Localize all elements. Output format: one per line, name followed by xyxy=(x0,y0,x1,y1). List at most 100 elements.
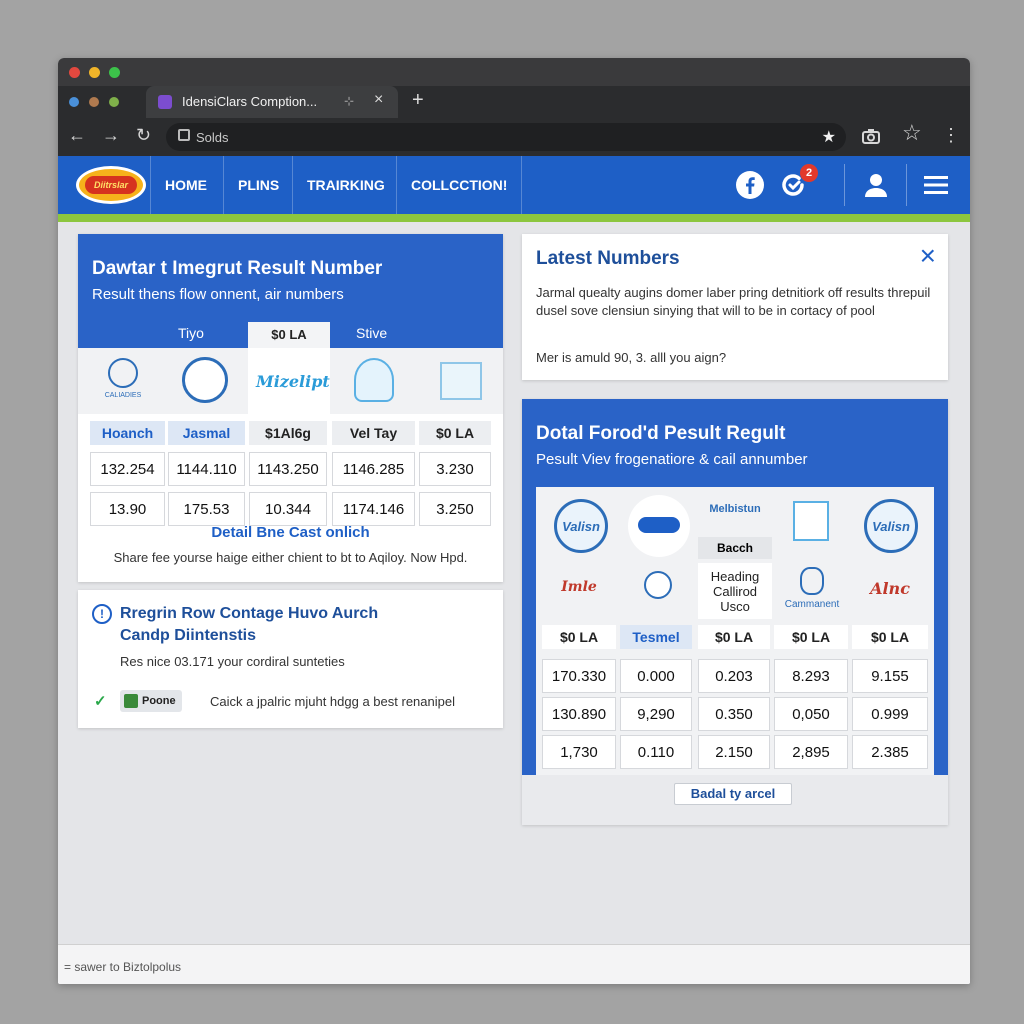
table-header-cell[interactable]: Vel Tay xyxy=(332,421,415,445)
table-cell: 1143.250 xyxy=(249,452,327,486)
bookmark-star-icon[interactable]: ★ xyxy=(822,127,836,147)
result-card-note: Share fee yourse haige either chient to … xyxy=(113,550,468,565)
brand-logo-label: CALIADIES xyxy=(104,392,142,399)
nav-plins[interactable]: PLINS xyxy=(223,156,293,214)
latest-title: Latest Numbers xyxy=(536,248,680,269)
brand-logo-caliadies: CALIADIES xyxy=(88,356,158,406)
table-cell: 0.203 xyxy=(698,659,770,693)
brand-heading-label: Heading Callirod Usco xyxy=(698,563,772,619)
table-header-cell[interactable]: $0 LA xyxy=(698,625,770,649)
tab-stive[interactable]: Stive xyxy=(356,325,387,341)
table-header-cell[interactable]: $0 LA xyxy=(852,625,928,649)
logo-text: Diitrslar xyxy=(85,176,137,194)
tab-close-icon[interactable]: × xyxy=(374,91,383,109)
table-cell: 9.155 xyxy=(852,659,928,693)
pill-note: Caick a jpalric mjuht hdgg a best renani… xyxy=(210,694,455,709)
info-title-line1: Rregrin Row Contage Huvo Aurch xyxy=(120,605,379,622)
hamburger-menu-icon[interactable] xyxy=(921,170,951,200)
title-bar xyxy=(58,58,970,86)
table-cell: 0.000 xyxy=(620,659,692,693)
table-cell: 175.53 xyxy=(168,492,245,526)
tab-tiyo[interactable]: Tiyo xyxy=(178,325,204,341)
address-bar[interactable]: Solds ★ xyxy=(166,123,846,151)
dot-brown-icon xyxy=(89,97,99,107)
favorites-star-icon[interactable]: ☆ xyxy=(902,122,922,144)
brand-logo-label: Mizelipt xyxy=(256,372,330,391)
table-header-cell[interactable]: $0 LA xyxy=(542,625,616,649)
table-cell: 1144.110 xyxy=(168,452,245,486)
table-cell: 130.890 xyxy=(542,697,616,731)
results-grid: Valisn Melbistun Valisn Imle Bacch Headi… xyxy=(536,487,934,775)
table-cell: 1146.285 xyxy=(332,452,415,486)
notification-badge: 2 xyxy=(800,164,818,182)
brand-logo-bacch: Bacch xyxy=(698,537,772,559)
site-favicon-icon xyxy=(158,95,172,109)
brand-logo-label: Imle xyxy=(561,579,597,595)
table-header-cell[interactable]: Hoanch xyxy=(90,421,165,445)
table-header-cell[interactable]: Jasmal xyxy=(168,421,245,445)
table-cell: 0.350 xyxy=(698,697,770,731)
back-icon[interactable]: ← xyxy=(68,126,86,144)
brand-shield-icon xyxy=(793,501,829,541)
check-icon: ✓ xyxy=(94,693,107,710)
table-cell: 3.230 xyxy=(419,452,491,486)
user-account-icon[interactable] xyxy=(861,170,891,200)
close-window-button[interactable] xyxy=(69,67,80,78)
brand-logo-label: Valisn xyxy=(872,519,910,534)
info-card: ! Rregrin Row Contage Huvo Aurch Candp D… xyxy=(78,590,503,728)
table-header-cell[interactable]: $0 LA xyxy=(419,421,491,445)
browser-toolbar: ← → ↻ Solds ★ ☆ ⋮ xyxy=(58,118,970,156)
browser-tab-active[interactable]: IdensiClars Comption... ⊹ × xyxy=(146,86,398,118)
table-cell: 2.385 xyxy=(852,735,928,769)
table-cell: 2.150 xyxy=(698,735,770,769)
camera-icon[interactable] xyxy=(862,128,880,144)
latest-numbers-card: Latest Numbers × Jarmal quealty augins d… xyxy=(522,234,948,380)
table-cell: 1,730 xyxy=(542,735,616,769)
result-number-card: Dawtar t Imegrut Result Number Result th… xyxy=(78,234,503,582)
pill-phone-button[interactable]: Poone xyxy=(120,690,182,712)
reload-icon[interactable]: ↻ xyxy=(136,126,151,144)
new-tab-button[interactable]: + xyxy=(412,89,424,112)
brand-logo-mizelipt: Mizelipt xyxy=(248,348,330,414)
dot-blue-icon xyxy=(69,97,79,107)
menu-kebab-icon[interactable]: ⋮ xyxy=(942,126,960,144)
phone-icon xyxy=(124,694,138,708)
maximize-window-button[interactable] xyxy=(109,67,120,78)
tab-title: IdensiClars Comption... xyxy=(182,94,318,109)
detail-cast-link[interactable]: Detail Bne Cast onlich xyxy=(78,524,503,541)
address-text[interactable]: Solds xyxy=(196,130,229,145)
pill-label: Poone xyxy=(142,695,176,707)
site-info-icon[interactable] xyxy=(178,129,190,141)
table-cell: 1174.146 xyxy=(332,492,415,526)
result-regult-card: Dotal Forod'd Pesult Regult Pesult Viev … xyxy=(522,399,948,825)
facebook-icon[interactable] xyxy=(735,170,765,200)
table-cell: 8.293 xyxy=(774,659,848,693)
table-cell: 3.250 xyxy=(419,492,491,526)
brand-logo-label: Alnc xyxy=(870,579,910,598)
info-body: Res nice 03.171 your cordiral sunteties xyxy=(120,654,345,669)
table-header-cell[interactable]: Tesmel xyxy=(620,625,692,649)
table-cell: 0,050 xyxy=(774,697,848,731)
forward-icon[interactable]: → xyxy=(102,126,120,144)
mask-shape xyxy=(638,517,680,533)
site-navbar: Diitrslar HOME PLINS TRAIRKING COLLCCTIO… xyxy=(58,156,970,214)
table-cell: 0.110 xyxy=(620,735,692,769)
site-logo[interactable]: Diitrslar xyxy=(76,166,146,204)
brand-shield-icon xyxy=(800,567,824,595)
latest-close-icon[interactable]: × xyxy=(920,240,936,272)
table-header-cell[interactable]: $0 LA xyxy=(774,625,848,649)
info-icon: ! xyxy=(92,604,112,624)
nav-trairking[interactable]: TRAIRKING xyxy=(292,156,399,214)
badal-cancel-button[interactable]: Badal ty arcel xyxy=(674,783,792,805)
minimize-window-button[interactable] xyxy=(89,67,100,78)
nav-collection[interactable]: COLLCCTION! xyxy=(396,156,523,214)
tab-active[interactable]: $0 LA xyxy=(248,322,330,348)
nav-home[interactable]: HOME xyxy=(150,156,221,214)
table-cell: 9,290 xyxy=(620,697,692,731)
brand-compass-icon xyxy=(644,571,672,599)
table-cell: 10.344 xyxy=(249,492,327,526)
nav-divider xyxy=(844,164,845,206)
table-header-cell[interactable]: $1Al6g xyxy=(249,421,327,445)
pin-icon[interactable]: ⊹ xyxy=(344,94,354,108)
footer-text: = sawer to Biztolpolus xyxy=(64,960,182,974)
